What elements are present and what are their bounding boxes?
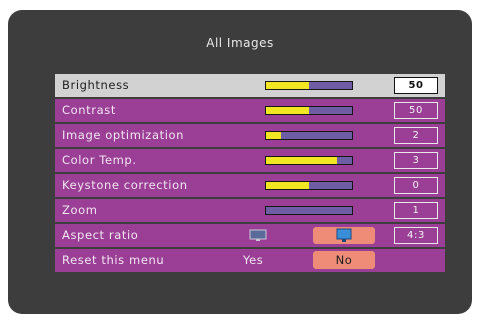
row-label: Brightness — [62, 78, 130, 92]
image-optimization-value: 2 — [394, 127, 438, 144]
row-label: Keystone correction — [62, 178, 188, 192]
zoom-value: 1 — [394, 202, 438, 219]
color-temp-slider[interactable] — [265, 156, 353, 165]
menu-title: All Images — [206, 36, 274, 50]
monitor-16-9-icon — [336, 228, 352, 242]
zoom-slider[interactable] — [265, 206, 353, 215]
row-label: Reset this menu — [62, 253, 165, 267]
brightness-value: 50 — [394, 77, 438, 94]
menu-row-keystone[interactable]: Keystone correction 0 — [55, 174, 445, 197]
aspect-ratio-value: 4:3 — [394, 227, 438, 244]
aspect-option-4-3[interactable] — [245, 227, 271, 244]
menu-row-color-temp[interactable]: Color Temp. 3 — [55, 149, 445, 172]
brightness-slider[interactable] — [265, 81, 353, 90]
osd-menu-panel: All Images Brightness 50 Contrast 50 Ima… — [8, 10, 472, 314]
aspect-option-16-9[interactable] — [313, 227, 375, 244]
menu-row-aspect-ratio[interactable]: Aspect ratio 4:3 — [55, 224, 445, 247]
slider-fill — [266, 182, 309, 189]
reset-yes-option[interactable]: Yes — [243, 253, 263, 267]
keystone-slider[interactable] — [265, 181, 353, 190]
menu-row-contrast[interactable]: Contrast 50 — [55, 99, 445, 122]
slider-fill — [266, 157, 337, 164]
contrast-value: 50 — [394, 102, 438, 119]
keystone-value: 0 — [394, 177, 438, 194]
settings-list: Brightness 50 Contrast 50 Image optimiza… — [55, 74, 445, 274]
row-label: Image optimization — [62, 128, 185, 142]
contrast-slider[interactable] — [265, 106, 353, 115]
slider-fill — [266, 132, 282, 139]
color-temp-value: 3 — [394, 152, 438, 169]
row-label: Aspect ratio — [62, 228, 139, 242]
menu-row-zoom[interactable]: Zoom 1 — [55, 199, 445, 222]
slider-fill — [266, 82, 309, 89]
menu-row-brightness[interactable]: Brightness 50 — [55, 74, 445, 97]
reset-no-option[interactable]: No — [313, 251, 375, 269]
row-label: Contrast — [62, 103, 116, 117]
menu-row-reset[interactable]: Reset this menu Yes No — [55, 249, 445, 272]
slider-fill — [266, 107, 309, 114]
monitor-4-3-icon — [249, 229, 267, 241]
row-label: Zoom — [62, 203, 98, 217]
row-label: Color Temp. — [62, 153, 137, 167]
image-optimization-slider[interactable] — [265, 131, 353, 140]
menu-row-image-optimization[interactable]: Image optimization 2 — [55, 124, 445, 147]
